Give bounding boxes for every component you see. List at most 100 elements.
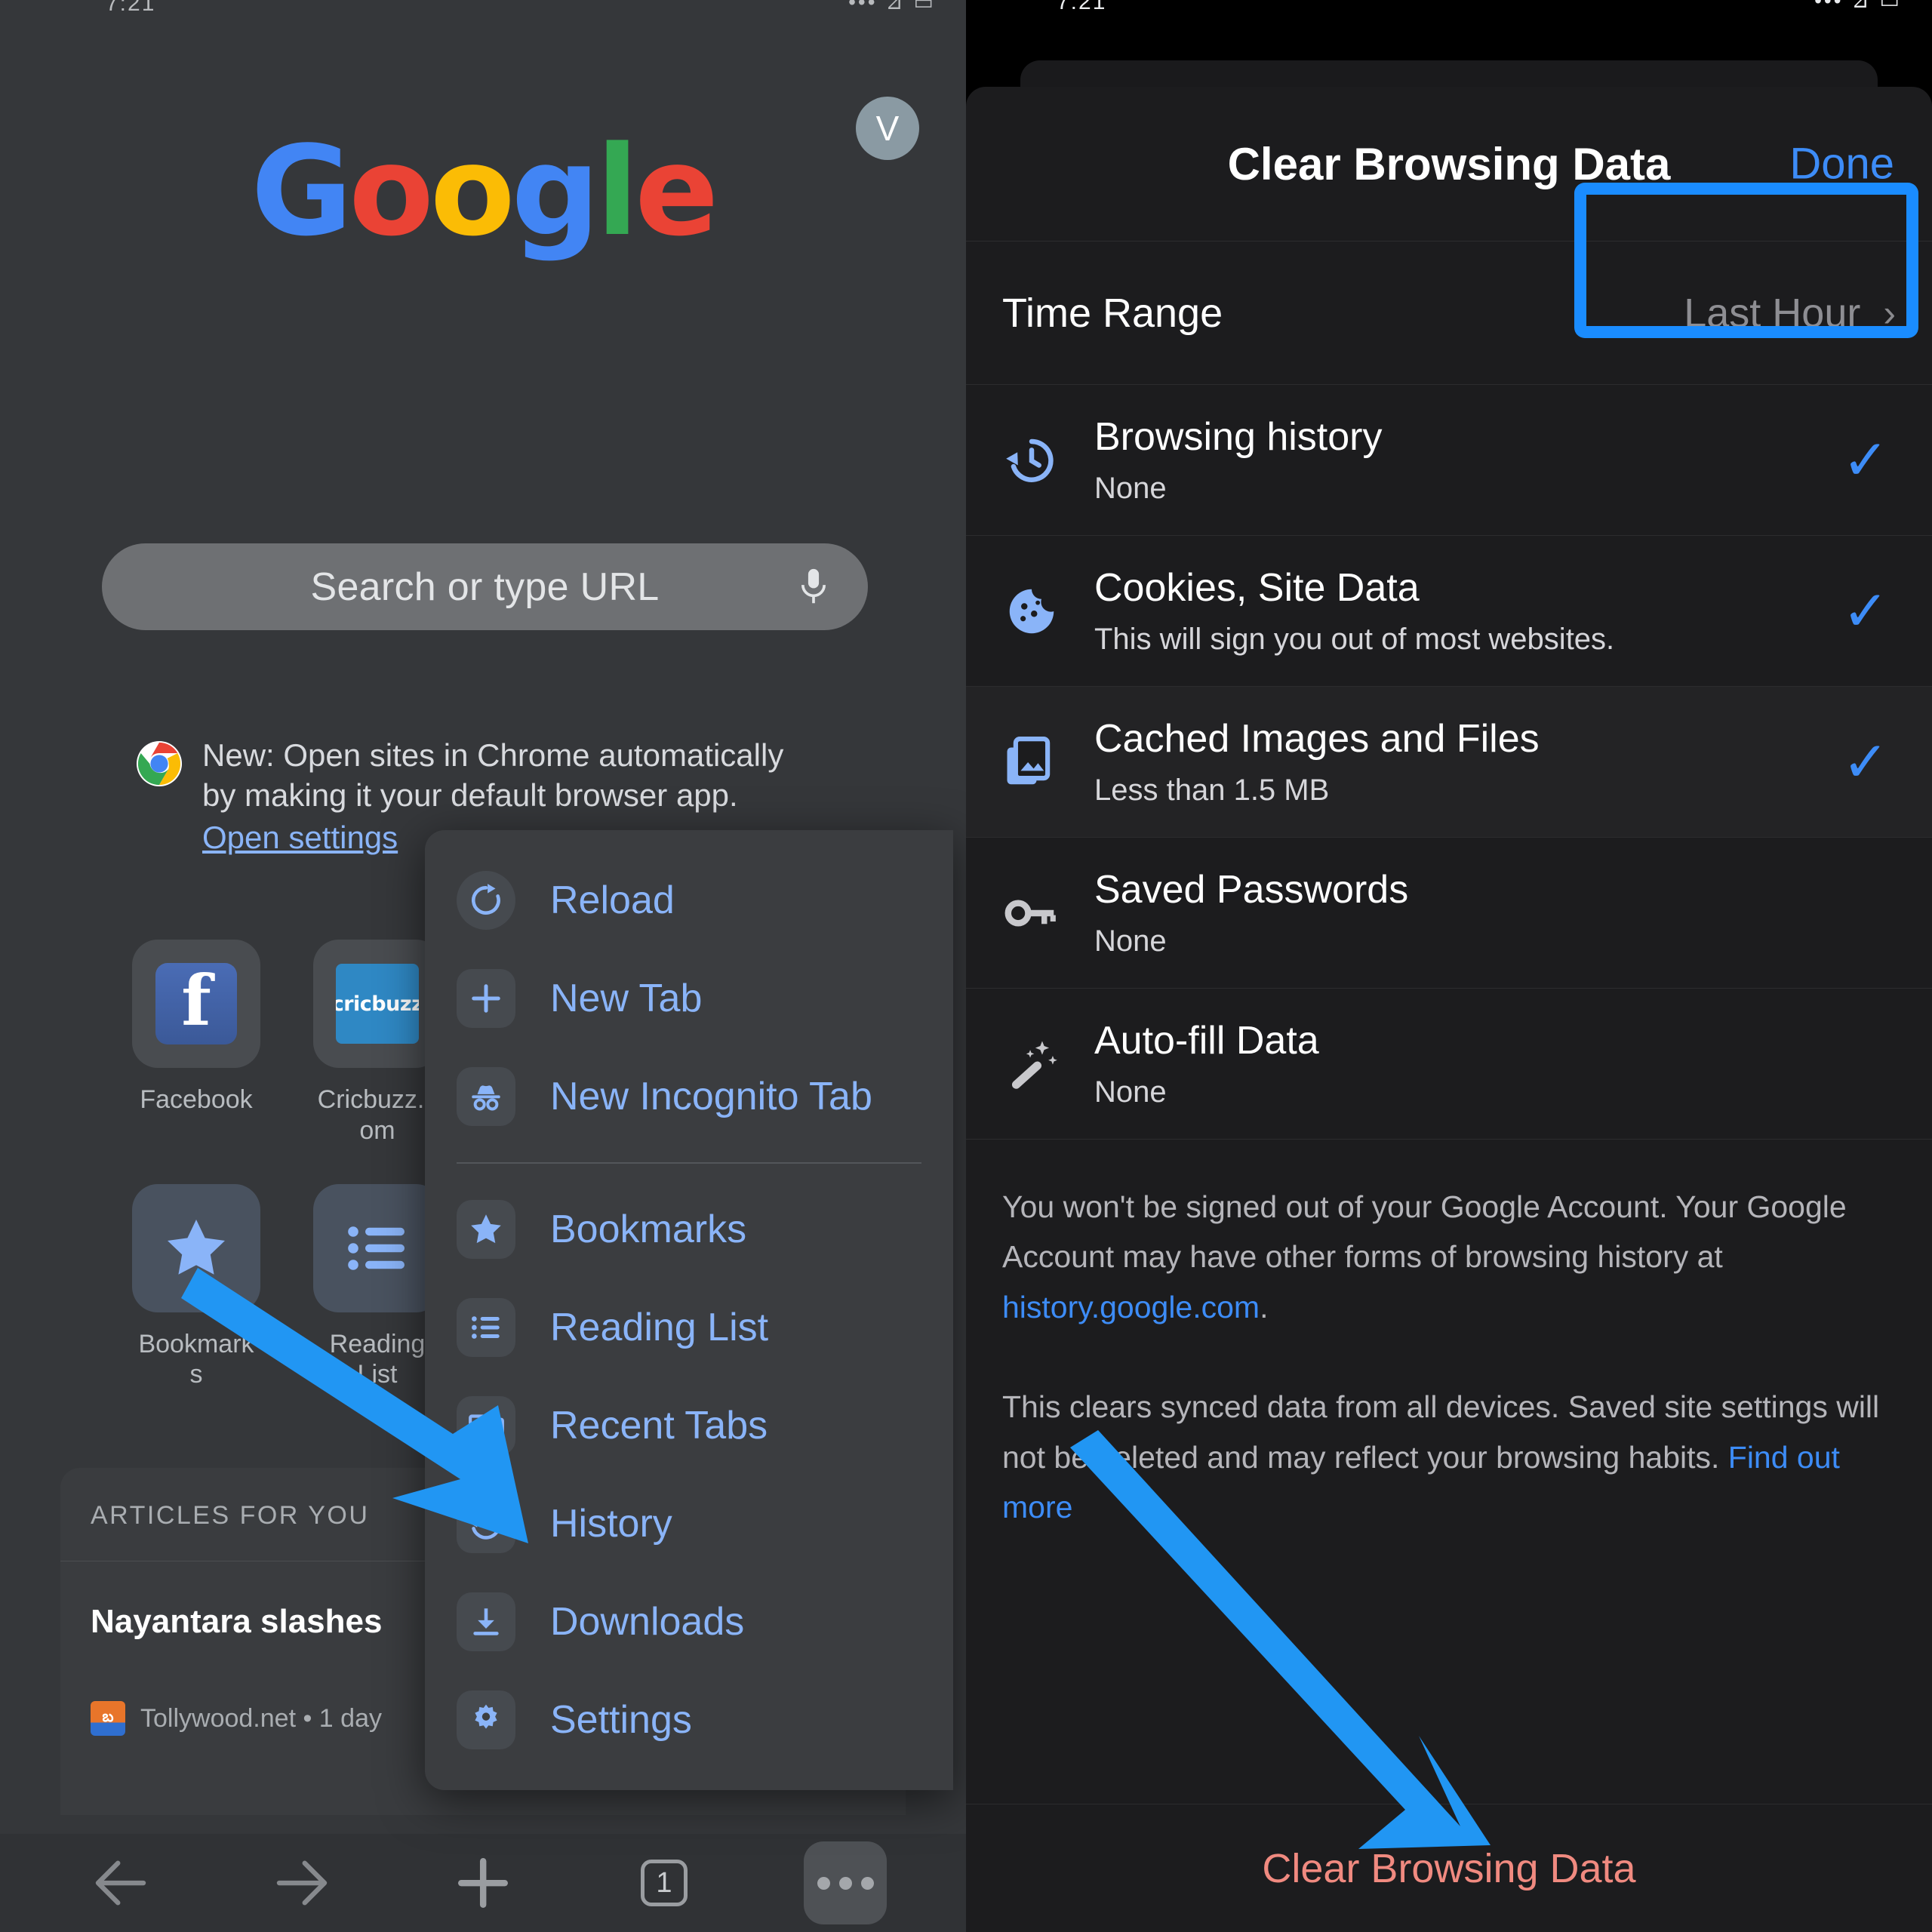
article-source: Tollywood.net • 1 day xyxy=(140,1703,382,1733)
logo-letter-g2: g xyxy=(511,119,600,263)
browser-bottom-toolbar: 1 xyxy=(0,1834,966,1932)
open-settings-link[interactable]: Open settings xyxy=(202,820,398,856)
forward-button[interactable] xyxy=(260,1841,343,1924)
chevron-right-icon: › xyxy=(1883,291,1896,334)
status-indicators: ••• ⊿ ▭ xyxy=(1814,0,1902,12)
left-phone-screen: 7:21 ••• ⊿ ▭ V Google Search or type URL xyxy=(0,0,966,1932)
row-subtitle: None xyxy=(1094,471,1167,505)
search-placeholder: Search or type URL xyxy=(310,565,660,609)
time-range-value: Last Hour xyxy=(1684,290,1861,336)
menu-item-label: Settings xyxy=(550,1698,692,1742)
menu-item-label: New Tab xyxy=(550,977,703,1020)
status-bar: 7:21 ••• ⊿ ▭ xyxy=(0,0,966,23)
dot xyxy=(817,1876,830,1890)
row-cookies-site-data[interactable]: Cookies, Site Data This will sign you ou… xyxy=(966,536,1932,687)
check-icon: ✓ xyxy=(1841,730,1889,793)
menu-item-reload[interactable]: Reload xyxy=(425,851,953,949)
time-range-label: Time Range xyxy=(1002,290,1223,336)
dot xyxy=(838,1876,852,1890)
tile-reading-list[interactable]: Reading List xyxy=(313,1183,441,1391)
tile-label: Reading List xyxy=(329,1329,426,1389)
done-button[interactable]: Done xyxy=(1789,139,1894,189)
menu-item-recent-tabs[interactable]: Recent Tabs xyxy=(425,1377,953,1475)
history-icon xyxy=(1002,431,1087,490)
gear-icon xyxy=(457,1690,515,1749)
menu-item-settings[interactable]: Settings xyxy=(425,1671,953,1769)
status-indicators: ••• ⊿ ▭ xyxy=(848,0,936,14)
logo-letter-g: G xyxy=(251,119,353,263)
tile-label: Facebook xyxy=(140,1085,253,1114)
row-title: Cached Images and Files xyxy=(1094,717,1540,761)
row-auto-fill-data[interactable]: Auto-fill Data None xyxy=(966,989,1932,1140)
row-subtitle: Less than 1.5 MB xyxy=(1094,773,1330,807)
right-phone-screen: 7:21 ••• ⊿ ▭ Clear Browsing Data Done Ti… xyxy=(966,0,1932,1932)
row-cached-images-and-files[interactable]: Cached Images and Files Less than 1.5 MB… xyxy=(966,687,1932,838)
footer-paragraph-2: This clears synced data from all devices… xyxy=(1002,1382,1896,1532)
history-google-link[interactable]: history.google.com xyxy=(1002,1290,1260,1324)
clear-browsing-data-button[interactable]: Clear Browsing Data xyxy=(966,1804,1932,1932)
page-title: Clear Browsing Data xyxy=(1227,138,1671,189)
new-tab-button[interactable] xyxy=(441,1841,525,1924)
time-range-value-group[interactable]: Last Hour › xyxy=(1684,290,1896,337)
row-title: Browsing history xyxy=(1094,415,1383,460)
list-icon xyxy=(348,1226,405,1270)
microphone-icon[interactable] xyxy=(801,566,826,608)
logo-letter-l: l xyxy=(595,119,638,263)
tile-facebook[interactable]: f Facebook xyxy=(132,940,260,1146)
menu-item-downloads[interactable]: Downloads xyxy=(425,1573,953,1671)
row-title: Saved Passwords xyxy=(1094,868,1409,912)
row-title: Cookies, Site Data xyxy=(1094,566,1420,611)
status-bar: 7:21 ••• ⊿ ▭ xyxy=(966,0,1932,32)
download-icon xyxy=(457,1592,515,1651)
star-icon xyxy=(168,1219,225,1275)
footer-paragraph-1: You won't be signed out of your Google A… xyxy=(1002,1182,1896,1332)
article-favicon: బ xyxy=(91,1701,125,1736)
cached-images-icon xyxy=(1002,733,1087,792)
chrome-logo-icon xyxy=(136,740,183,787)
screenshot-stage: 7:21 ••• ⊿ ▭ V Google Search or type URL xyxy=(0,0,1932,1932)
logo-letter-e: e xyxy=(635,119,718,263)
chrome-overflow-menu: Reload New Tab New Incognito Tab Bookmar… xyxy=(425,830,953,1790)
menu-item-label: Reload xyxy=(550,878,675,922)
tile-cricbuzz[interactable]: cricbuzz Cricbuzz.com xyxy=(313,940,441,1146)
footer-notes: You won't be signed out of your Google A… xyxy=(966,1140,1932,1532)
tile-bookmarks[interactable]: Bookmarks xyxy=(132,1183,260,1391)
menu-item-label: History xyxy=(550,1502,672,1546)
cricbuzz-icon: cricbuzz xyxy=(336,964,419,1044)
footer-p1-text-a: You won't be signed out of your Google A… xyxy=(1002,1189,1847,1275)
list-icon xyxy=(457,1298,515,1357)
row-subtitle: None xyxy=(1094,924,1167,958)
logo-letter-o1: o xyxy=(349,119,434,263)
back-button[interactable] xyxy=(79,1841,162,1924)
menu-item-history[interactable]: History xyxy=(425,1475,953,1573)
menu-item-label: Reading List xyxy=(550,1306,769,1349)
status-time: 7:21 xyxy=(106,0,156,16)
menu-item-new-incognito-tab[interactable]: New Incognito Tab xyxy=(425,1048,953,1146)
reload-icon xyxy=(457,871,515,930)
facebook-icon: f xyxy=(155,963,237,1044)
row-saved-passwords[interactable]: Saved Passwords None xyxy=(966,838,1932,989)
footer-p1-text-b: . xyxy=(1260,1289,1269,1324)
tile-label: Bookmarks xyxy=(138,1329,254,1389)
search-input[interactable]: Search or type URL xyxy=(102,543,868,630)
menu-item-reading-list[interactable]: Reading List xyxy=(425,1278,953,1377)
time-range-row[interactable]: Time Range Last Hour › xyxy=(966,183,1932,385)
menu-item-new-tab[interactable]: New Tab xyxy=(425,949,953,1048)
star-icon xyxy=(457,1200,515,1259)
tab-switcher-button[interactable]: 1 xyxy=(623,1841,706,1924)
logo-letter-o2: o xyxy=(429,119,515,263)
incognito-icon xyxy=(457,1067,515,1126)
clear-browsing-data-sheet: Clear Browsing Data Done Time Range Last… xyxy=(966,87,1932,1932)
history-icon xyxy=(457,1494,515,1553)
menu-item-bookmarks[interactable]: Bookmarks xyxy=(425,1180,953,1278)
plus-icon xyxy=(457,969,515,1028)
promo-text: New: Open sites in Chrome automatically … xyxy=(202,737,784,813)
status-time: 7:21 xyxy=(1057,0,1107,14)
row-browsing-history[interactable]: Browsing history None ✓ xyxy=(966,385,1932,536)
menu-item-label: Bookmarks xyxy=(550,1208,747,1251)
more-menu-button[interactable] xyxy=(804,1841,887,1924)
dot xyxy=(860,1876,874,1890)
tile-label: Cricbuzz.com xyxy=(317,1085,438,1145)
sheet-header: Clear Browsing Data Done xyxy=(966,87,1932,242)
menu-item-label: Recent Tabs xyxy=(550,1404,768,1447)
